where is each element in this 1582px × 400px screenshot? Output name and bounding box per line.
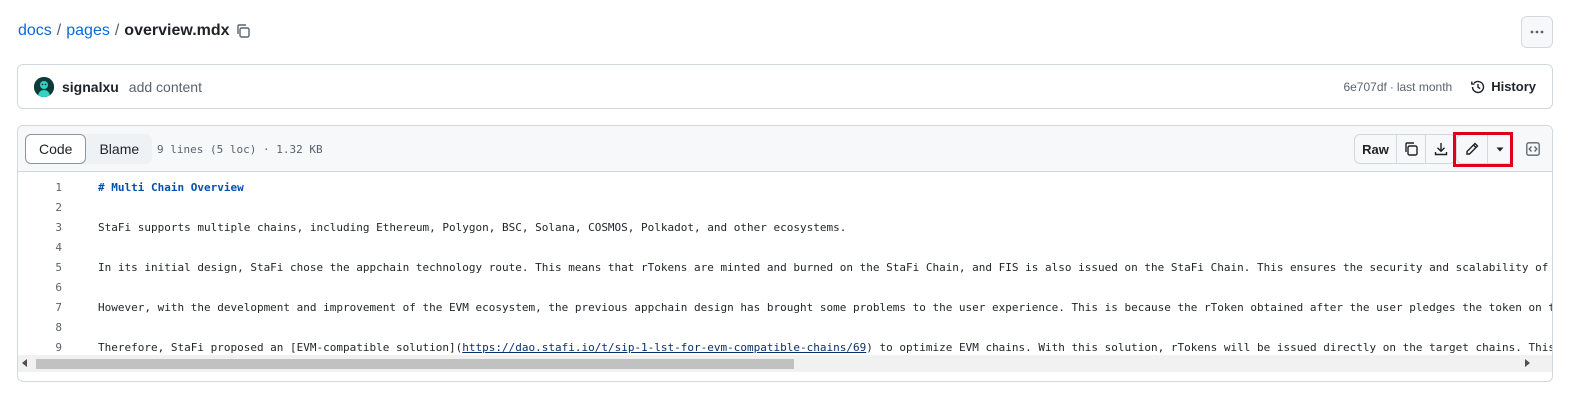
raw-button[interactable]: Raw [1355, 135, 1397, 163]
history-button[interactable]: History [1470, 79, 1536, 95]
code-line: 9 Therefore, StaFi proposed an [EVM-comp… [18, 337, 1552, 355]
horizontal-scrollbar[interactable] [18, 355, 1552, 372]
breadcrumb: docs / pages / overview.mdx [18, 19, 230, 43]
breadcrumb-current-file: overview.mdx [124, 22, 230, 39]
download-icon [1434, 143, 1447, 156]
commit-author-link[interactable]: signalxu [62, 79, 119, 95]
line-content: # Multi Chain Overview [98, 180, 244, 194]
code-line: 4 [18, 237, 1552, 257]
scroll-right-arrow[interactable] [1525, 359, 1530, 367]
line-number[interactable]: 8 [18, 321, 62, 334]
copy-raw-button[interactable] [1397, 135, 1426, 163]
line-number[interactable]: 6 [18, 281, 62, 294]
history-label: History [1491, 79, 1536, 94]
copy-icon [237, 24, 250, 38]
line-number[interactable]: 4 [18, 241, 62, 254]
file-header: Code Blame 9 lines (5 loc) · 1.32 KB Raw [18, 126, 1552, 172]
code-line: 7 However, with the development and impr… [18, 297, 1552, 317]
edit-dropdown-button[interactable] [1488, 135, 1512, 163]
scrollbar-thumb[interactable] [36, 359, 794, 369]
raw-actions-group: Raw [1354, 134, 1456, 164]
code-line: 6 [18, 277, 1552, 297]
tab-blame[interactable]: Blame [86, 134, 152, 164]
commit-meta-separator: · [1389, 79, 1394, 94]
code-line: 2 [18, 197, 1552, 217]
line-number[interactable]: 7 [18, 301, 62, 314]
code-content: 1 # Multi Chain Overview 2 3 StaFi suppo… [18, 173, 1552, 355]
code-line: 3 StaFi supports multiple chains, includ… [18, 217, 1552, 237]
history-icon [1471, 80, 1485, 93]
file-info: 9 lines (5 loc) · 1.32 KB [157, 143, 323, 156]
breadcrumb-separator: / [114, 22, 120, 39]
code-line: 8 [18, 317, 1552, 337]
symbols-panel-button[interactable] [1518, 134, 1548, 164]
line-text: ) to optimize EVM chains. With this solu… [866, 340, 1552, 354]
latest-commit-bar: signalxu add content 6e707df · last mont… [17, 64, 1553, 109]
file-viewer: Code Blame 9 lines (5 loc) · 1.32 KB Raw [17, 125, 1553, 382]
code-square-icon [1526, 142, 1540, 156]
copy-icon [1405, 142, 1418, 156]
download-raw-button[interactable] [1426, 135, 1455, 163]
line-content: However, with the development and improv… [98, 300, 1552, 314]
commit-message-link[interactable]: add content [129, 79, 202, 95]
edit-file-button[interactable] [1457, 135, 1488, 163]
line-number[interactable]: 2 [18, 201, 62, 214]
more-options-button[interactable] [1521, 16, 1553, 48]
line-number[interactable]: 5 [18, 261, 62, 274]
line-content: StaFi supports multiple chains, includin… [98, 220, 847, 234]
line-content: Therefore, StaFi proposed an [EVM-compat… [98, 341, 1552, 354]
commit-sha-link[interactable]: 6e707df [1343, 80, 1386, 94]
commit-time: last month [1396, 79, 1453, 94]
kebab-horizontal-icon [1530, 30, 1544, 34]
line-text: Therefore, StaFi proposed an [EVM-compat… [98, 340, 463, 354]
triangle-down-icon [1496, 147, 1504, 152]
avatar[interactable] [34, 76, 54, 97]
breadcrumb-link-docs[interactable]: docs [18, 22, 52, 40]
view-mode-switch: Code Blame [25, 134, 153, 164]
code-link[interactable]: https://dao.stafi.io/t/sip-1-lst-for-evm… [462, 341, 866, 354]
breadcrumb-link-pages[interactable]: pages [66, 22, 110, 40]
edit-actions-group [1456, 134, 1513, 164]
code-line: 1 # Multi Chain Overview [18, 177, 1552, 197]
tab-code[interactable]: Code [25, 134, 87, 164]
pencil-icon [1466, 142, 1479, 155]
scroll-left-arrow[interactable] [22, 359, 27, 367]
copy-path-button[interactable] [233, 21, 253, 41]
line-number[interactable]: 3 [18, 221, 62, 234]
commit-meta: 6e707df · last month History [1343, 79, 1536, 95]
line-number[interactable]: 1 [18, 181, 62, 194]
line-content: In its initial design, StaFi chose the a… [98, 260, 1552, 274]
code-line: 5 In its initial design, StaFi chose the… [18, 257, 1552, 277]
line-number[interactable]: 9 [18, 341, 62, 354]
breadcrumb-separator: / [56, 22, 62, 39]
